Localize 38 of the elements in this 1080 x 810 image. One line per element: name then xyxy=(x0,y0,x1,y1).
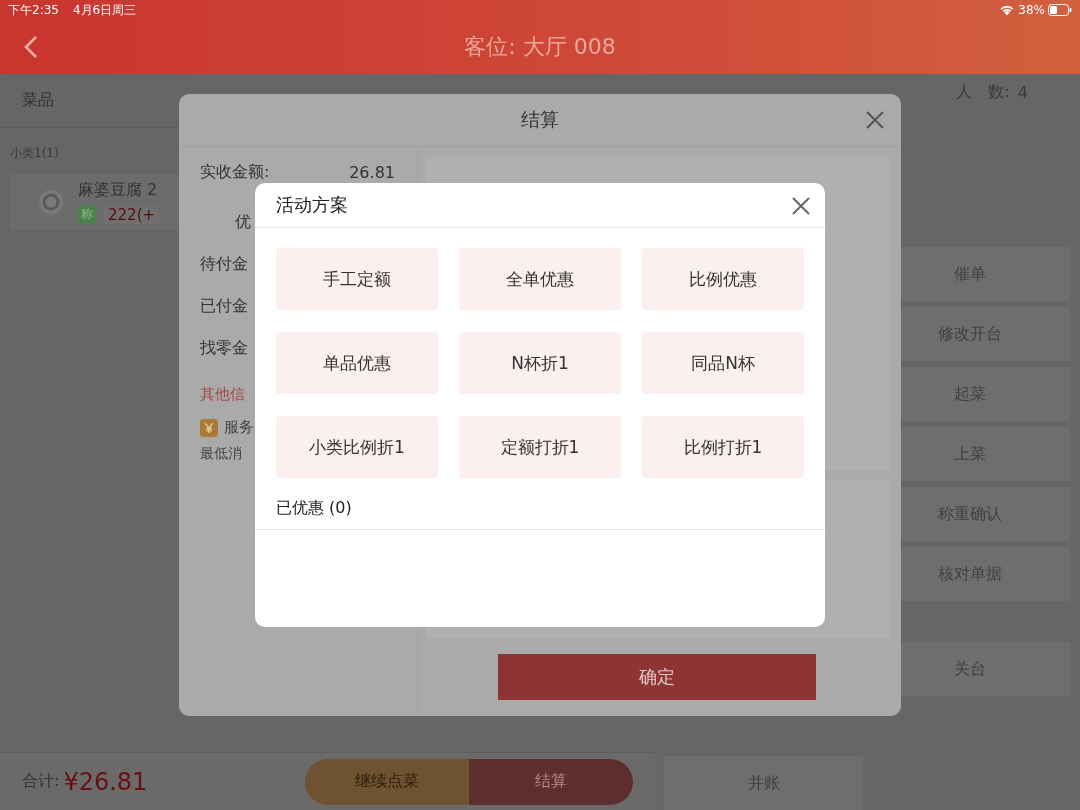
checkout-button[interactable]: 结算 xyxy=(469,758,633,805)
total-amount: ¥26.81 xyxy=(63,767,149,796)
close-icon[interactable] xyxy=(791,196,811,216)
back-icon[interactable] xyxy=(24,35,38,59)
plate-icon xyxy=(38,189,64,215)
field-label: 实收金额: xyxy=(200,161,270,183)
section-title: 其他信 xyxy=(200,385,245,404)
promotion-option[interactable]: 同品N杯 xyxy=(642,332,804,394)
yen-icon xyxy=(200,418,218,437)
dish-name: 麻婆豆腐 2 xyxy=(78,180,159,201)
promotion-option[interactable]: 全单优惠 xyxy=(459,248,621,310)
dish-price: 222(+ xyxy=(104,205,160,224)
field-label: 已付金 xyxy=(200,295,248,317)
promotion-option[interactable]: 单品优惠 xyxy=(276,332,438,394)
promotion-option[interactable]: N杯折1 xyxy=(459,332,621,394)
status-date: 4月6日周三 xyxy=(72,1,137,19)
promotion-option[interactable]: 定额打折1 xyxy=(459,416,621,478)
field-value: 26.81 xyxy=(349,162,395,182)
field-label: 优 xyxy=(235,211,251,233)
close-icon[interactable] xyxy=(865,110,885,130)
battery-icon xyxy=(1048,4,1072,16)
confirm-button[interactable]: 确定 xyxy=(497,654,816,700)
battery-percent: 38% xyxy=(1018,3,1045,17)
promotion-option[interactable]: 小类比例折1 xyxy=(276,416,438,478)
status-time: 下午2:35 xyxy=(8,1,59,19)
min-spend-label: 最低消 xyxy=(200,445,242,463)
promotion-option[interactable]: 比例优惠 xyxy=(642,248,804,310)
wifi-icon xyxy=(999,4,1016,16)
field-label: 待付金 xyxy=(200,253,248,275)
weigh-badge: 称 xyxy=(78,205,96,224)
applied-discounts-label: 已优惠 (0) xyxy=(276,498,352,519)
promotion-option[interactable]: 比例打折1 xyxy=(642,416,804,478)
service-label: 服务 xyxy=(224,418,254,437)
dialog-title: 活动方案 xyxy=(276,193,348,217)
promotion-option[interactable]: 手工定额 xyxy=(276,248,438,310)
continue-order-button[interactable]: 继续点菜 xyxy=(305,758,469,805)
field-label: 找零金 xyxy=(200,337,248,359)
header-title: 客位: 大厅 008 xyxy=(464,33,616,61)
